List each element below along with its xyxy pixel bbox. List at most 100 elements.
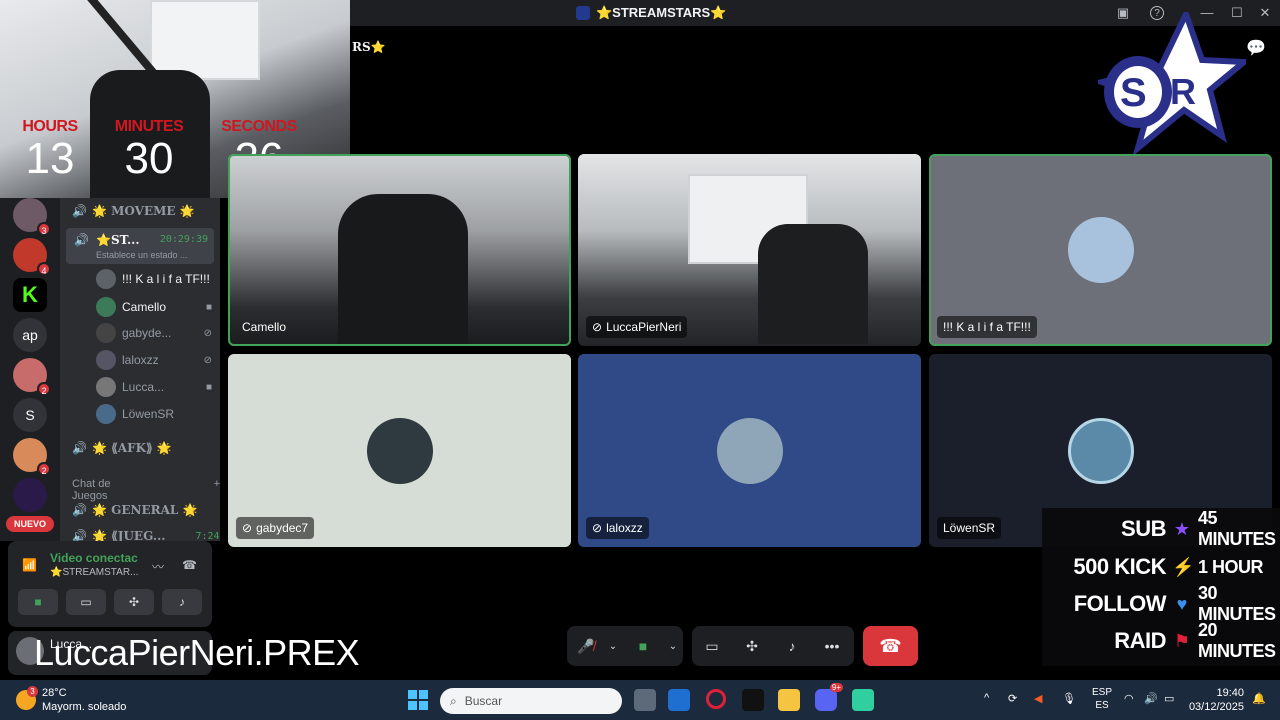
avatar <box>1067 417 1134 484</box>
video-tile[interactable]: ⊘ LuccaPierNeri <box>578 154 921 346</box>
start-button[interactable] <box>408 690 428 710</box>
add-channel-icon[interactable]: + <box>214 478 220 502</box>
new-badge: NUEVO <box>6 516 54 532</box>
tile-label: LöwenSR <box>937 517 1002 539</box>
svg-text:R: R <box>1170 71 1196 112</box>
mic-options-chevron-icon[interactable]: ⌄ <box>605 626 621 666</box>
signal-icon[interactable]: 📶 <box>22 558 37 572</box>
voice-user[interactable]: Lucca... ■ <box>96 376 212 398</box>
video-tile[interactable]: ⊘ gabydec7 <box>228 354 571 547</box>
language-indicator[interactable]: ESP ES <box>1092 686 1112 712</box>
server-icon[interactable]: 3 <box>13 198 51 236</box>
voice-user[interactable]: LöwenSR <box>96 403 212 425</box>
voice-user[interactable]: gabyde... ⊘ <box>96 322 212 344</box>
goal-row: RAID ⚑ 20 MINUTES <box>1042 620 1280 661</box>
clock[interactable]: 19:40 03/12/2025 <box>1189 686 1244 714</box>
speaker-icon: 🔊 <box>72 204 87 218</box>
camera-options-chevron-icon[interactable]: ⌄ <box>665 626 681 666</box>
mic-muted-button[interactable]: 🎤̸ <box>567 626 605 666</box>
server-icon[interactable]: 2 <box>13 438 51 476</box>
avatar <box>716 417 783 484</box>
soundboard-button[interactable]: ♪ <box>772 626 812 666</box>
goal-row: SUB ★ 45 MINUTES <box>1042 508 1280 549</box>
notification-badge: 2 <box>37 382 51 396</box>
noise-suppression-icon[interactable]: 〰 <box>152 558 164 575</box>
avatar <box>96 269 116 289</box>
channel-moveme[interactable]: 🔊 🌟 MOVEME 🌟 <box>72 200 195 222</box>
camera-button[interactable]: ■ <box>18 589 58 615</box>
outlook-icon[interactable] <box>668 689 690 711</box>
wifi-icon[interactable]: ◠ <box>1124 692 1134 705</box>
end-call-button[interactable]: ☎ <box>863 626 918 666</box>
screen-share-button[interactable]: ▭ <box>66 589 106 615</box>
channel-name: 🌟 GENERAL 🌟 <box>92 503 198 517</box>
tile-name: !!! K a l i f a TF!!! <box>943 320 1031 334</box>
soundboard-button[interactable]: ♪ <box>162 589 202 615</box>
channel-general[interactable]: 🔊 🌟 GENERAL 🌟 <box>72 499 197 521</box>
server-icon[interactable]: 2 <box>13 358 51 396</box>
tile-name: LöwenSR <box>943 521 996 535</box>
task-view-icon[interactable] <box>634 689 656 711</box>
speaker-icon: 🔊 <box>72 441 87 455</box>
voice-user[interactable]: !!! K a l i f a TF!!! <box>96 268 212 290</box>
file-explorer-icon[interactable] <box>778 689 800 711</box>
goal-reward: 1 HOUR <box>1198 556 1264 577</box>
user-name: Camello <box>122 300 167 314</box>
avatar <box>1067 217 1134 283</box>
channel-status[interactable]: Establece un estado ... <box>96 250 188 260</box>
server-infinit[interactable] <box>13 478 47 512</box>
goal-label: SUB <box>1121 516 1166 541</box>
star-icon: ★ <box>1173 518 1191 539</box>
tile-label: Camello <box>236 316 292 338</box>
discord-badge: 9+ <box>829 683 843 692</box>
app-icon[interactable] <box>852 689 874 711</box>
temperature: 28°C <box>42 687 67 699</box>
channel-timer: 20:29:39 <box>159 234 208 245</box>
channel-afk[interactable]: 🔊 🌟 ⟪AFK⟫ 🌟 <box>72 437 172 459</box>
server-icon[interactable]: 4 <box>13 238 51 276</box>
volume-icon[interactable]: 🔊 <box>1144 692 1158 705</box>
tiktok-icon[interactable] <box>742 689 764 711</box>
channel-streamstars[interactable]: 🔊 ⭐ST... 20:29:39 Establece un estado ..… <box>66 228 214 264</box>
svg-text:S: S <box>1120 71 1147 115</box>
video-icon: ■ <box>205 381 212 393</box>
goal-label: RAID <box>1114 628 1166 653</box>
activities-button[interactable]: ✣ <box>114 589 154 615</box>
streamer-name-overlay: LuccaPierNeri.PREX <box>34 632 360 673</box>
weather-description: Mayorm. soleado <box>42 701 127 713</box>
video-tile[interactable]: Camello <box>228 154 571 346</box>
disconnect-icon[interactable]: ☎ <box>182 558 197 572</box>
app-tray-icon[interactable]: ◀ <box>1034 692 1042 705</box>
weather-badge: 3 <box>27 686 38 697</box>
battery-icon[interactable]: ▭ <box>1164 692 1174 705</box>
search-box[interactable]: ⌕ Buscar <box>440 688 622 714</box>
channel-header-title: RS⭐ <box>352 40 386 54</box>
close-button[interactable]: ✕ <box>1256 4 1274 22</box>
opera-icon[interactable] <box>706 689 726 709</box>
tile-name: Camello <box>242 320 287 334</box>
user-name: gabyde... <box>122 326 172 340</box>
server-kick[interactable]: K <box>13 278 47 312</box>
speaker-icon: 🔊 <box>74 233 89 247</box>
voice-user[interactable]: Camello ■ <box>96 296 212 318</box>
more-options-button[interactable]: ••• <box>812 626 852 666</box>
server-ap[interactable]: ap <box>13 318 47 352</box>
flag-icon: ⚑ <box>1173 630 1191 651</box>
activities-button[interactable]: ✣ <box>732 626 772 666</box>
voice-user[interactable]: laloxzz ⊘ <box>96 349 212 371</box>
camera-button[interactable]: ■ <box>621 626 665 666</box>
tile-label: ⊘ laloxzz <box>586 517 649 539</box>
voice-server[interactable]: ⭐STREAMSTAR... <box>50 567 138 578</box>
minutes-value: 30 <box>124 134 174 183</box>
video-tile[interactable]: ⊘ laloxzz <box>578 354 921 547</box>
discord-icon[interactable]: 9+ <box>815 683 843 711</box>
sync-icon[interactable]: ⟳ <box>1008 692 1017 705</box>
server-s[interactable]: S <box>13 398 47 432</box>
chat-icon[interactable]: 💬 <box>1246 38 1266 57</box>
microphone-icon[interactable]: 🎙 <box>1062 692 1076 705</box>
notification-bell-icon[interactable]: 🔔 <box>1252 692 1266 705</box>
chevron-up-icon[interactable]: ^ <box>984 692 989 704</box>
screen-share-button[interactable]: ▭ <box>692 626 732 666</box>
app-icon <box>576 6 590 20</box>
video-tile[interactable]: !!! K a l i f a TF!!! <box>929 154 1272 346</box>
